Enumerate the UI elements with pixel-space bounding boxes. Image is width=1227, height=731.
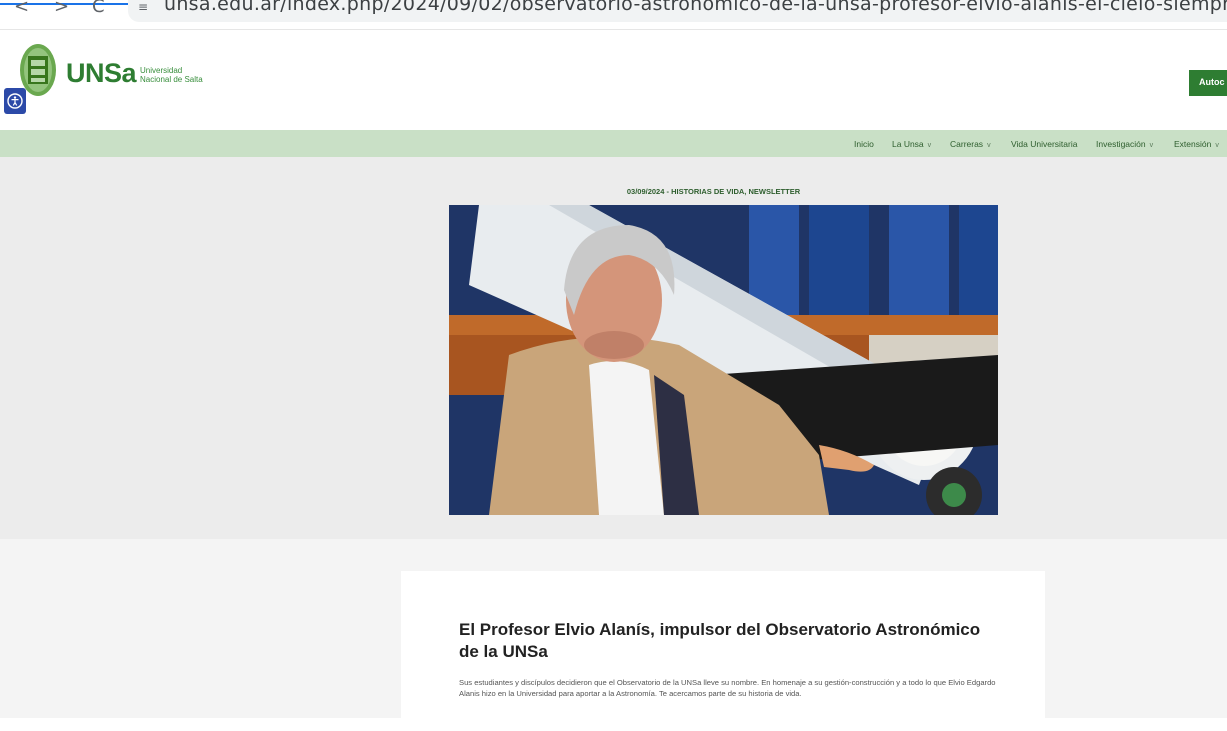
post-date: 03/09/2024 (626, 187, 665, 196)
article-title: El Profesor Elvio Alanís, impulsor del O… (459, 620, 981, 661)
post-hero: 03/09/2024 - HISTORIAS DE VIDA, NEWSLETT… (0, 157, 1227, 539)
autogestion-button[interactable]: Autoc (1189, 70, 1227, 96)
post-meta: 03/09/2024 - HISTORIAS DE VIDA, NEWSLETT… (0, 187, 1227, 196)
nav-label: Investigación (1096, 139, 1146, 149)
logo-subtitle-line1: Universidad (140, 66, 183, 75)
nav-label: La Unsa (892, 139, 924, 149)
nav-label: Carreras (950, 139, 984, 149)
back-button[interactable]: < (14, 0, 29, 20)
featured-photo-illustration (449, 205, 998, 515)
article-excerpt: Sus estudiantes y discípulos decidieron … (459, 678, 996, 698)
forward-button[interactable]: > (54, 0, 69, 20)
accessibility-icon (7, 93, 23, 109)
nav-label: Inicio (854, 139, 874, 149)
nav-item-investigacion[interactable]: Investigación v (1096, 139, 1153, 149)
chevron-down-icon: v (1149, 142, 1154, 149)
nav-item-vida-universitaria[interactable]: Vida Universitaria (1011, 139, 1077, 149)
logo-wordmark[interactable]: UNSa (66, 58, 137, 89)
nav-item-carreras[interactable]: Carreras v (950, 139, 991, 149)
accessibility-button[interactable] (4, 88, 26, 114)
chevron-down-icon: v (1215, 142, 1219, 149)
post-categories[interactable]: HISTORIAS DE VIDA, NEWSLETTER (671, 187, 800, 196)
featured-image (449, 205, 998, 515)
chevron-down-icon: v (987, 142, 991, 149)
nav-item-inicio[interactable]: Inicio (854, 139, 874, 149)
chevron-down-icon: v (927, 142, 932, 149)
article-card: El Profesor Elvio Alanís, impulsor del O… (401, 571, 1045, 731)
site-header: UNSa Universidad Nacional de Salta Autoc (0, 30, 1227, 130)
site-info-icon[interactable]: ≡ (138, 0, 154, 14)
nav-label: Vida Universitaria (1011, 139, 1078, 149)
reload-button[interactable]: C (92, 0, 105, 20)
logo-subtitle-line2: Nacional de Salta (140, 75, 203, 84)
address-bar[interactable]: ≡ unsa.edu.ar/index.php/2024/09/02/obser… (128, 0, 1227, 22)
nav-item-la-unsa[interactable]: La Unsa v (892, 139, 931, 149)
logo-subtitle: Universidad Nacional de Salta (140, 66, 203, 84)
main-nav: Inicio La Unsa v Carreras v Vida Universit… (0, 130, 1227, 157)
article-section: El Profesor Elvio Alanís, impulsor del O… (0, 539, 1227, 731)
browser-toolbar: < > C ≡ unsa.edu.ar/index.php/2024/09/02… (0, 0, 1227, 30)
nav-item-extension[interactable]: Extensión v (1174, 139, 1219, 149)
nav-label: Extensión (1174, 139, 1212, 149)
url-text[interactable]: unsa.edu.ar/index.php/2024/09/02/observa… (164, 0, 1227, 15)
